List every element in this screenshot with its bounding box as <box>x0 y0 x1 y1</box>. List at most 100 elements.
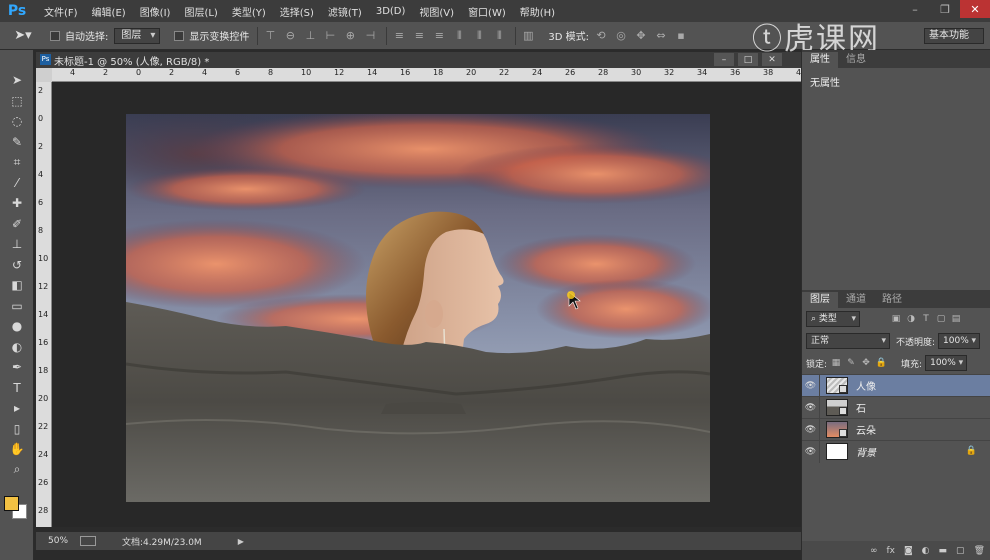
menu-3d[interactable]: 3D(D) <box>376 6 406 17</box>
foreground-color-swatch[interactable] <box>4 496 19 511</box>
blur-tool-icon[interactable]: ● <box>0 316 34 337</box>
tab-info[interactable]: 信息 <box>838 52 874 68</box>
3d-pan-icon[interactable]: ✥ <box>633 28 649 44</box>
auto-align-icon[interactable]: ▥ <box>520 28 536 44</box>
rectangle-tool-icon[interactable]: ▯ <box>0 419 34 440</box>
visibility-eye-icon[interactable]: 👁 <box>802 440 820 463</box>
layer-row-portrait[interactable]: 👁 人像 <box>802 374 990 397</box>
layer-row-background[interactable]: 👁 背景 🔒 <box>802 440 990 463</box>
color-swatches[interactable] <box>4 496 30 522</box>
menu-edit[interactable]: 编辑(E) <box>92 4 126 19</box>
eyedropper-tool-icon[interactable]: ⁄ <box>0 173 34 194</box>
auto-select-checkbox[interactable] <box>50 30 60 41</box>
lock-position-icon[interactable]: ✥ <box>860 357 872 369</box>
lasso-tool-icon[interactable]: ◌ <box>0 111 34 132</box>
crop-tool-icon[interactable]: ⌗ <box>0 152 34 173</box>
3d-slide-icon[interactable]: ⇔ <box>653 28 669 44</box>
distribute-hcenter-icon[interactable]: ⦀ <box>471 28 487 44</box>
distribute-top-icon[interactable]: ≡ <box>391 28 407 44</box>
menu-filter[interactable]: 滤镜(T) <box>328 4 362 19</box>
layer-row-rock[interactable]: 👁 石 <box>802 396 990 419</box>
fill-input[interactable]: 100% <box>925 355 968 371</box>
close-button[interactable]: ✕ <box>960 0 990 18</box>
minimize-button[interactable]: – <box>900 0 930 18</box>
doc-minimize-button[interactable]: – <box>714 53 734 66</box>
brush-tool-icon[interactable]: ✐ <box>0 214 34 235</box>
auto-select-dropdown[interactable]: 图层 <box>114 27 161 44</box>
filter-adjust-icon[interactable]: ◑ <box>905 313 917 325</box>
lock-transparent-icon[interactable]: ▦ <box>830 357 842 369</box>
clone-stamp-tool-icon[interactable]: ⊥ <box>0 234 34 255</box>
opacity-input[interactable]: 100% <box>938 333 981 349</box>
menu-window[interactable]: 窗口(W) <box>468 4 506 19</box>
align-top-icon[interactable]: ⊤ <box>262 28 278 44</box>
canvas-area[interactable] <box>52 82 801 527</box>
show-transform-checkbox[interactable] <box>174 30 185 41</box>
lock-pixels-icon[interactable]: ✎ <box>845 357 857 369</box>
layer-style-icon[interactable]: fx <box>886 546 895 556</box>
marquee-tool-icon[interactable]: ⬚ <box>0 91 34 112</box>
lock-all-icon[interactable]: 🔒 <box>875 357 887 369</box>
align-left-icon[interactable]: ⊢ <box>322 28 338 44</box>
layer-filter-dropdown[interactable]: ⌕ 类型 <box>806 311 860 327</box>
tab-paths[interactable]: 路径 <box>874 292 910 308</box>
move-tool-icon[interactable]: ➤ <box>0 70 34 91</box>
filter-type-icon[interactable]: T <box>920 313 932 325</box>
composite-image[interactable] <box>126 114 710 502</box>
menu-file[interactable]: 文件(F) <box>44 4 78 19</box>
document-tab[interactable]: Ps 未标题-1 @ 50% (人像, RGB/8) * – □ ✕ <box>36 52 801 68</box>
distribute-bottom-icon[interactable]: ≡ <box>431 28 447 44</box>
visibility-eye-icon[interactable]: 👁 <box>802 396 820 419</box>
menu-select[interactable]: 选择(S) <box>280 4 314 19</box>
menu-layer[interactable]: 图层(L) <box>184 4 217 19</box>
group-folder-icon[interactable]: ▬ <box>939 546 948 556</box>
blend-mode-dropdown[interactable]: 正常 <box>806 333 890 349</box>
ruler-tick-label: 8 <box>268 68 274 77</box>
align-hcenter-icon[interactable]: ⊕ <box>342 28 358 44</box>
history-brush-tool-icon[interactable]: ↺ <box>0 255 34 276</box>
menu-type[interactable]: 类型(Y) <box>232 4 266 19</box>
gradient-tool-icon[interactable]: ▭ <box>0 296 34 317</box>
move-tool-preset-icon[interactable]: ➤▾ <box>6 25 40 47</box>
status-menu-arrow-icon[interactable]: ▶ <box>238 537 244 546</box>
align-bottom-icon[interactable]: ⊥ <box>302 28 318 44</box>
menu-help[interactable]: 帮助(H) <box>520 4 555 19</box>
eraser-tool-icon[interactable]: ◧ <box>0 275 34 296</box>
new-layer-icon[interactable]: ▢ <box>956 546 965 556</box>
3d-rotate-icon[interactable]: ⟲ <box>593 28 609 44</box>
path-select-tool-icon[interactable]: ▸ <box>0 398 34 419</box>
filter-smart-icon[interactable]: ▤ <box>950 313 962 325</box>
layer-row-clouds[interactable]: 👁 云朵 <box>802 418 990 441</box>
distribute-right-icon[interactable]: ⦀ <box>491 28 507 44</box>
zoom-level[interactable]: 50% <box>48 536 68 546</box>
trash-icon[interactable]: 🗑 <box>974 546 985 556</box>
align-vcenter-icon[interactable]: ⊖ <box>282 28 298 44</box>
maximize-button[interactable]: ❐ <box>930 0 960 18</box>
hand-tool-icon[interactable]: ✋ <box>0 439 34 460</box>
adjustment-layer-icon[interactable]: ◐ <box>922 546 930 556</box>
distribute-left-icon[interactable]: ⦀ <box>451 28 467 44</box>
3d-roll-icon[interactable]: ◎ <box>613 28 629 44</box>
filter-pixel-icon[interactable]: ▣ <box>890 313 902 325</box>
menu-image[interactable]: 图像(I) <box>140 4 171 19</box>
layer-mask-icon[interactable]: ◙ <box>904 546 913 556</box>
3d-scale-icon[interactable]: ▪ <box>673 28 689 44</box>
filter-shape-icon[interactable]: ▢ <box>935 313 947 325</box>
quick-select-tool-icon[interactable]: ✎ <box>0 132 34 153</box>
visibility-eye-icon[interactable]: 👁 <box>802 418 820 441</box>
workspace-dropdown[interactable]: 基本功能 <box>924 28 984 44</box>
tab-channels[interactable]: 通道 <box>838 292 874 308</box>
healing-brush-tool-icon[interactable]: ✚ <box>0 193 34 214</box>
tab-properties[interactable]: 属性 <box>802 52 838 68</box>
link-layers-icon[interactable]: ∞ <box>870 546 878 556</box>
distribute-vcenter-icon[interactable]: ≡ <box>411 28 427 44</box>
dodge-tool-icon[interactable]: ◐ <box>0 337 34 358</box>
tab-layers[interactable]: 图层 <box>802 292 838 308</box>
pen-tool-icon[interactable]: ✒ <box>0 357 34 378</box>
menu-view[interactable]: 视图(V) <box>419 4 454 19</box>
align-right-icon[interactable]: ⊣ <box>362 28 378 44</box>
type-tool-icon[interactable]: T <box>0 378 34 399</box>
zoom-tool-icon[interactable]: ⌕ <box>0 460 34 481</box>
visibility-eye-icon[interactable]: 👁 <box>802 374 820 397</box>
status-preview-icon[interactable] <box>80 536 97 546</box>
